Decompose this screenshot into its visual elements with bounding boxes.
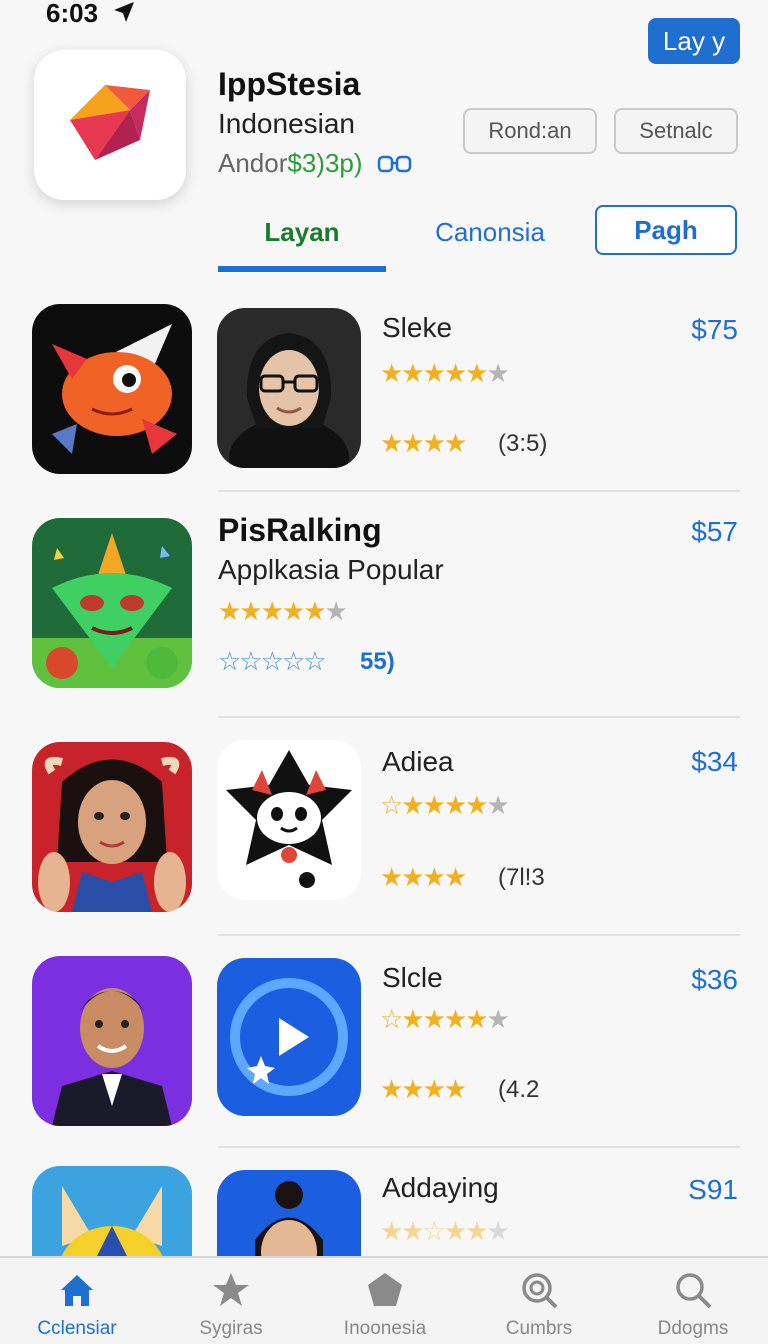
app-logo-icon [34, 50, 186, 200]
tab-layan[interactable]: Layan [218, 210, 386, 254]
home-icon [61, 1275, 93, 1306]
app-name: Slcle [382, 962, 443, 993]
magnifier-icon [522, 1273, 558, 1309]
rating-count: (3:5) [498, 430, 548, 457]
nav-item-cclensiar[interactable]: Cclensiar [0, 1258, 154, 1344]
rating-stars: ★★★★★★ [218, 596, 348, 626]
bottom-nav: Cclensiar Sygiras Inoonesia Cumbrs Ddogm… [0, 1256, 768, 1344]
play-button-icon [217, 958, 361, 1116]
tab-bar: Layan Canonsia Pagh [218, 200, 738, 274]
rating-stars-secondary: ★★★★ [380, 862, 467, 892]
fox-mascot-icon [32, 1166, 192, 1256]
nav-label: Cclensiar [37, 1318, 117, 1339]
nav-label: Cumbrs [505, 1318, 573, 1339]
app-price[interactable]: $36 [691, 964, 738, 996]
cat-star-icon [217, 740, 361, 900]
nav-item-sygiras[interactable]: Sygiras [154, 1258, 308, 1344]
rating-stars-secondary: ★★★★ [380, 428, 467, 458]
meta-price: $3)3p) [287, 148, 363, 178]
app-price[interactable]: $34 [691, 746, 738, 778]
app-name: Sleke [382, 312, 453, 343]
nav-item-cumbrs[interactable]: Cumbrs [462, 1258, 616, 1344]
app-meta: Andor $3)3p) [218, 148, 413, 179]
woman-portrait-icon [32, 742, 192, 912]
nav-label: Sygiras [199, 1318, 263, 1339]
status-time: 6:03 [46, 0, 99, 28]
fish-app-icon [32, 304, 192, 474]
app-subtitle: Applkasia Popular [218, 554, 444, 585]
app-price[interactable]: $57 [691, 516, 738, 548]
rating-count: 55) [360, 648, 395, 675]
glasses-icon [377, 155, 411, 172]
app-price[interactable]: S91 [688, 1174, 738, 1206]
list-item[interactable]: Adiea $34 ☆★★★★★ ★★★★ (7l!3 [0, 720, 768, 934]
app-name: Adiea [382, 746, 454, 777]
tab-pagh[interactable]: Pagh [595, 205, 737, 255]
meta-prefix: Andor [218, 148, 288, 178]
nav-label: Inoonesia [343, 1318, 427, 1339]
divider [218, 716, 740, 718]
divider [218, 1146, 740, 1148]
rating-stars: ★★★★★★ [380, 358, 510, 388]
rating-stars: ☆★★★★★ [380, 790, 510, 820]
app-subtitle: Indonesian [218, 108, 356, 139]
tab-active-indicator [218, 266, 386, 272]
nav-item-ddogms[interactable]: Ddogms [616, 1258, 768, 1344]
app-price[interactable]: $75 [691, 314, 738, 346]
app-name: PisRalking [218, 512, 382, 548]
green-monster-icon [32, 518, 192, 688]
tab-canonsia[interactable]: Canonsia [418, 210, 562, 254]
woman-bun-icon [217, 1170, 361, 1256]
list-item[interactable]: Sleke $75 ★★★★★★ ★★★★ (3:5) [0, 290, 768, 490]
top-action-button[interactable]: Lay y [648, 18, 740, 64]
man-portrait-icon [32, 956, 192, 1126]
app-name: Addaying [382, 1172, 499, 1203]
rating-stars-outline: ☆☆☆☆☆ [218, 646, 327, 676]
rating-stars-secondary: ★★★★ [380, 1074, 467, 1104]
list-item[interactable]: Slcle $36 ☆★★★★★ ★★★★ (4.2 [0, 938, 768, 1144]
nav-item-inoonesia[interactable]: Inoonesia [308, 1258, 462, 1344]
pentagon-icon [368, 1273, 402, 1306]
app-title: IppStesia [218, 66, 361, 102]
location-arrow-icon [114, 2, 134, 22]
rating-count: (4.2 [498, 1076, 540, 1103]
nav-label: Ddogms [657, 1318, 729, 1339]
divider [218, 490, 740, 492]
list-item[interactable]: Addaying S91 ★★☆★★★ [0, 1150, 768, 1256]
rating-stars: ☆★★★★★ [380, 1004, 510, 1034]
rating-count: (7l!3 [498, 864, 545, 891]
rondan-button[interactable]: Rond:an [463, 108, 597, 154]
rating-stars: ★★☆★★★ [380, 1216, 510, 1246]
setnalc-button[interactable]: Setnalc [614, 108, 738, 154]
divider [218, 934, 740, 936]
list-item[interactable]: PisRalking Applkasia Popular $57 ★★★★★★ … [0, 494, 768, 714]
person-glasses-icon [217, 308, 361, 468]
search-icon [676, 1273, 712, 1309]
star-icon [213, 1273, 249, 1306]
